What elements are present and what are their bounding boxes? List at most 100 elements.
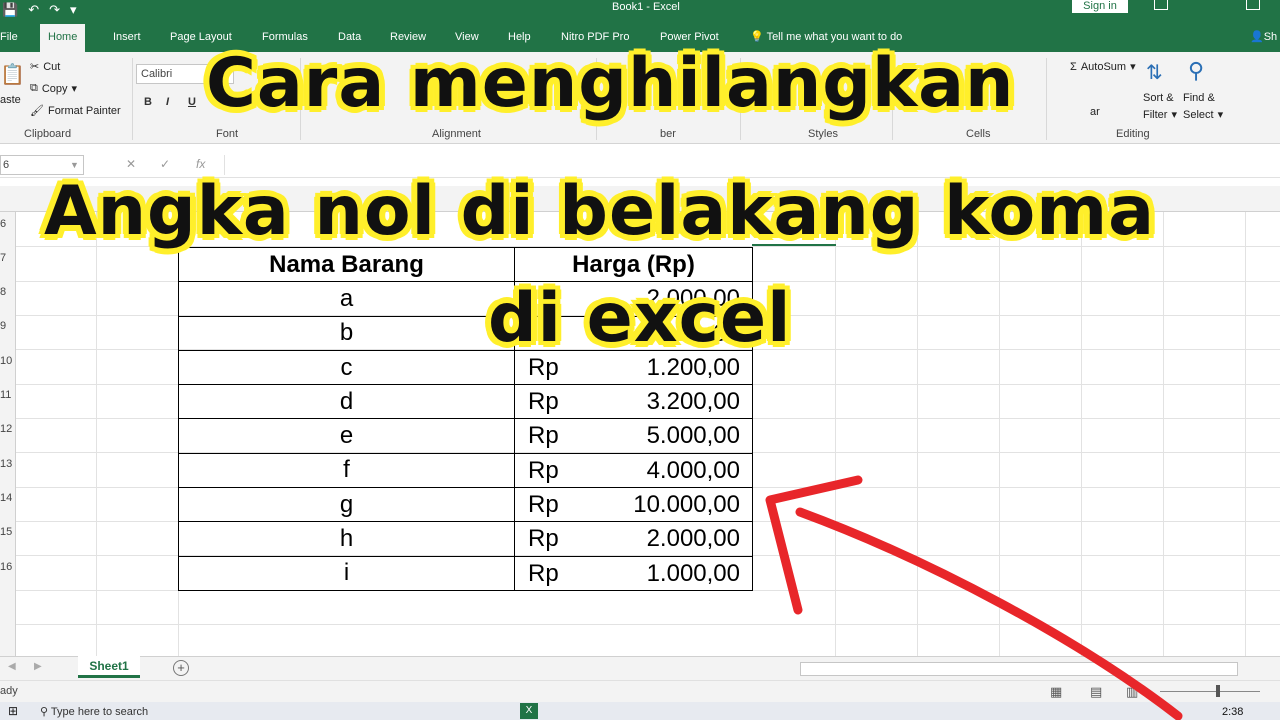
sign-in-button[interactable]: Sign in bbox=[1072, 0, 1128, 13]
row-header[interactable]: 15 bbox=[0, 526, 16, 538]
cell-item-name[interactable]: i bbox=[178, 555, 515, 591]
taskbar-search[interactable]: ⚲ Type here to search bbox=[40, 705, 148, 718]
table-row: f Rp 4.000,00 bbox=[178, 452, 753, 489]
tab-insert[interactable]: Insert bbox=[113, 26, 141, 52]
excel-taskbar-icon[interactable]: X bbox=[520, 703, 538, 719]
horizontal-scrollbar[interactable] bbox=[800, 662, 1238, 676]
group-styles-label: Styles bbox=[808, 128, 838, 140]
group-clipboard-label: Clipboard bbox=[24, 128, 72, 140]
copy-button[interactable]: ⧉ Copy ▾ bbox=[30, 82, 77, 95]
table-row: i Rp 1.000,00 bbox=[178, 555, 753, 591]
enter-icon[interactable]: ✓ bbox=[160, 157, 170, 171]
cell-price[interactable]: Rp 2.000,00 bbox=[514, 521, 753, 557]
currency-label: Rp bbox=[528, 525, 559, 553]
cell-item-name[interactable]: f bbox=[178, 452, 515, 489]
currency-label: Rp bbox=[528, 559, 559, 587]
cell-price[interactable]: Rp 5.000,00 bbox=[514, 418, 753, 454]
cell-price[interactable]: Rp 10.000,00 bbox=[514, 487, 753, 523]
row-header[interactable]: 9 bbox=[0, 320, 16, 332]
paste-button[interactable]: aste bbox=[0, 94, 21, 106]
cell-item-name[interactable]: d bbox=[178, 384, 515, 420]
bold-button[interactable]: B bbox=[144, 96, 152, 108]
row-header[interactable]: 10 bbox=[0, 355, 16, 367]
cut-label: Cut bbox=[43, 60, 61, 73]
cell-price[interactable]: Rp 1.000,00 bbox=[514, 555, 753, 591]
cancel-icon[interactable]: ✕ bbox=[126, 157, 136, 171]
row-header[interactable]: 7 bbox=[0, 252, 16, 264]
sort-filter-button[interactable]: Filter ▾ bbox=[1143, 108, 1177, 122]
insert-function-icon[interactable]: fx bbox=[196, 157, 205, 171]
sheet-tab-sheet1[interactable]: Sheet1 bbox=[78, 656, 140, 678]
scroll-left-icon[interactable]: ◀ bbox=[8, 661, 16, 672]
chevron-down-icon[interactable]: ▼ bbox=[70, 160, 79, 170]
title-bar: 💾 ↶ ↷ ▾ Book1 - Excel Sign in bbox=[0, 0, 1280, 20]
row-header[interactable]: 13 bbox=[0, 458, 16, 470]
restore-window-icon[interactable] bbox=[1246, 0, 1260, 10]
cell-price[interactable]: Rp 4.000,00 bbox=[514, 452, 753, 489]
zoom-slider-thumb[interactable] bbox=[1216, 685, 1220, 697]
redo-icon[interactable]: ↷ bbox=[49, 2, 60, 18]
column-header-nama-barang[interactable]: Nama Barang bbox=[178, 246, 515, 283]
autosum-button[interactable]: Σ AutoSum ▾ bbox=[1070, 60, 1136, 74]
sort-filter-icon[interactable]: ⇅ bbox=[1146, 60, 1163, 85]
cell-item-name[interactable]: c bbox=[178, 349, 515, 386]
find-select-button-line1[interactable]: Find & bbox=[1183, 92, 1215, 104]
row-header[interactable]: 11 bbox=[0, 389, 16, 401]
cut-button[interactable]: ✂ Cut bbox=[30, 60, 61, 74]
underline-button[interactable]: U bbox=[188, 96, 196, 108]
row-header[interactable]: 6 bbox=[0, 218, 16, 230]
column-header-harga[interactable]: Harga (Rp) bbox=[514, 246, 753, 283]
group-separator bbox=[132, 58, 133, 140]
price-amount: 1.000,00 bbox=[646, 559, 740, 587]
paste-icon[interactable]: 📋 bbox=[0, 62, 25, 87]
cell-price[interactable]: Rp 3.200,00 bbox=[514, 384, 753, 420]
cell-item-name[interactable]: e bbox=[178, 418, 515, 454]
row-header[interactable]: 8 bbox=[0, 286, 16, 298]
worksheet-grid[interactable]: 6 7 8 9 10 11 12 13 14 15 16 Nama Barang… bbox=[0, 186, 1280, 656]
customize-qat-icon[interactable]: ▾ bbox=[70, 2, 77, 18]
tab-home[interactable]: Home bbox=[40, 24, 86, 52]
quick-access-toolbar: 💾 ↶ ↷ ▾ bbox=[0, 0, 77, 20]
currency-label: Rp bbox=[528, 491, 559, 519]
row-header[interactable]: 14 bbox=[0, 492, 16, 504]
tell-me-search[interactable]: 💡 Tell me what you want to do bbox=[750, 30, 902, 43]
price-amount: 4.000,00 bbox=[646, 456, 740, 484]
autosum-label: AutoSum bbox=[1080, 60, 1127, 73]
group-separator bbox=[1046, 58, 1047, 140]
find-select-button[interactable]: Select ▾ bbox=[1183, 108, 1223, 122]
zoom-slider[interactable] bbox=[1160, 691, 1260, 692]
cell-item-name[interactable]: h bbox=[178, 521, 515, 557]
sort-filter-button-line1[interactable]: Sort & bbox=[1143, 92, 1174, 104]
tab-file[interactable]: File bbox=[0, 26, 18, 52]
person-icon: 👤 bbox=[1250, 31, 1264, 43]
magnifier-icon[interactable]: ⚲ bbox=[1188, 58, 1204, 84]
normal-view-icon[interactable]: ▦ bbox=[1050, 684, 1062, 700]
chevron-down-icon: ▾ bbox=[71, 83, 78, 95]
cell-item-name[interactable]: g bbox=[178, 487, 515, 523]
scroll-right-icon[interactable]: ▶ bbox=[34, 661, 42, 672]
table-row: h Rp 2.000,00 bbox=[178, 521, 753, 557]
italic-button[interactable]: I bbox=[166, 96, 169, 108]
status-text: ady bbox=[0, 685, 18, 697]
cell-item-name[interactable]: a bbox=[178, 281, 515, 317]
save-icon[interactable]: 💾 bbox=[2, 2, 18, 18]
chevron-down-icon: ▾ bbox=[1171, 109, 1177, 121]
cell-item-name[interactable]: b bbox=[178, 315, 515, 351]
taskbar-search-placeholder: Type here to search bbox=[50, 706, 149, 718]
clear-button[interactable]: ar bbox=[1090, 106, 1100, 118]
window-title: Book1 - Excel bbox=[612, 1, 680, 13]
undo-icon[interactable]: ↶ bbox=[28, 2, 39, 18]
add-sheet-button[interactable]: + bbox=[173, 660, 189, 676]
copy-icon: ⧉ bbox=[30, 82, 38, 94]
start-icon[interactable]: ⊞ bbox=[8, 704, 18, 718]
row-header[interactable]: 16 bbox=[0, 561, 16, 573]
format-painter-button[interactable]: 🖌 Format Painter bbox=[30, 104, 121, 118]
row-header[interactable]: 12 bbox=[0, 423, 16, 435]
page-layout-view-icon[interactable]: ▤ bbox=[1090, 684, 1102, 700]
ribbon-display-icon[interactable] bbox=[1154, 0, 1168, 10]
share-button[interactable]: 👤Sh bbox=[1250, 30, 1277, 43]
group-number-label: ber bbox=[660, 128, 676, 140]
page-break-view-icon[interactable]: ▥ bbox=[1126, 684, 1138, 700]
price-amount: 5.000,00 bbox=[646, 422, 740, 450]
price-amount: 10.000,00 bbox=[633, 491, 740, 519]
